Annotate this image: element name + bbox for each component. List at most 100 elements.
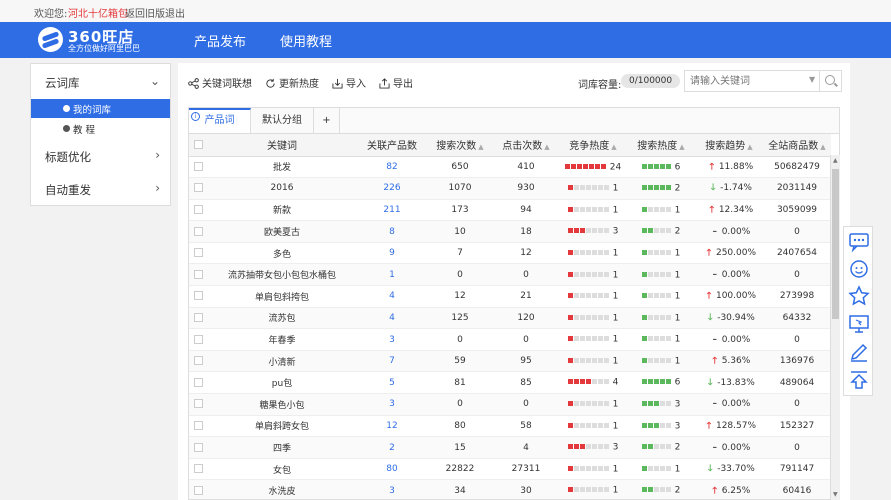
search-icon[interactable] bbox=[819, 71, 841, 91]
sidebar-item-my-lexicon[interactable]: 我的词库 bbox=[31, 99, 170, 118]
old-version-link[interactable]: 返回旧版 bbox=[125, 5, 165, 20]
brand-logo[interactable]: 360旺店 全方位做好阿里巴巴 bbox=[38, 26, 168, 54]
table-row[interactable]: 年春季 3 0 0 1 1–0.00% 0 bbox=[189, 328, 831, 351]
click-count-cell: 85 bbox=[493, 371, 559, 395]
table-row[interactable]: 四季 2 15 4 3 2–0.00% 0 bbox=[189, 436, 831, 459]
search-count-cell: 59 bbox=[427, 350, 493, 373]
row-checkbox[interactable] bbox=[193, 464, 203, 474]
competition-heat-cell: 1 bbox=[559, 199, 627, 222]
search-trend-cell: –0.00% bbox=[695, 263, 763, 287]
related-products-link[interactable]: 4 bbox=[389, 313, 395, 323]
sidebar-section-cloud-lexicon[interactable]: 云词库 ⌄ bbox=[31, 70, 170, 94]
chat-bubble-icon[interactable] bbox=[848, 231, 870, 253]
heat-bar bbox=[567, 356, 610, 366]
keyword-search-input[interactable] bbox=[685, 71, 815, 91]
row-checkbox[interactable] bbox=[193, 356, 203, 366]
scroll-up-icon[interactable]: ▲ bbox=[833, 157, 838, 164]
table-row[interactable]: 水洗皮 3 34 30 1 2 🡑 6.25% 60416 bbox=[189, 479, 831, 499]
related-products-link[interactable]: 8 bbox=[389, 227, 395, 237]
user-name-link[interactable]: 河北十亿箱包 bbox=[68, 5, 128, 20]
related-products-link[interactable]: 4 bbox=[389, 291, 395, 301]
row-checkbox[interactable] bbox=[193, 248, 203, 258]
add-tab-button[interactable]: + bbox=[314, 108, 340, 134]
row-checkbox[interactable] bbox=[193, 183, 203, 193]
table-row[interactable]: 糖果色小包 3 0 0 1 3–0.00% 0 bbox=[189, 393, 831, 416]
related-products-link[interactable]: 3 bbox=[389, 486, 395, 496]
trend-flat-icon: – bbox=[712, 442, 717, 453]
col-search-trend[interactable]: 搜索趋势 ▲ bbox=[695, 134, 763, 157]
related-products-link[interactable]: 211 bbox=[383, 205, 400, 215]
table-row[interactable]: 流苏包 4 125 120 1 1 🡓 -30.94% 64332 bbox=[189, 307, 831, 330]
tab-default-group[interactable]: 默认分组 bbox=[251, 108, 314, 134]
trend-down-icon: 🡓 bbox=[707, 464, 713, 475]
tab-product-words[interactable]: i 产品词 bbox=[189, 108, 251, 134]
row-checkbox[interactable] bbox=[193, 442, 203, 452]
row-checkbox[interactable] bbox=[193, 312, 203, 322]
row-checkbox[interactable] bbox=[193, 420, 203, 430]
table-row[interactable]: 单肩斜跨女包 12 80 58 1 3 🡑 128.57% 152327 bbox=[189, 415, 831, 438]
related-products-link[interactable]: 226 bbox=[383, 183, 400, 193]
sidebar-item-tutorial[interactable]: 教 程 bbox=[31, 119, 170, 138]
table-row[interactable]: 欧美夏古 8 10 18 3 2–0.00% 0 bbox=[189, 220, 831, 243]
customer-service-icon[interactable] bbox=[848, 258, 870, 280]
sidebar-section-auto-repost[interactable]: 自动重发 › bbox=[31, 177, 170, 201]
row-checkbox[interactable] bbox=[193, 226, 203, 236]
row-checkbox[interactable] bbox=[193, 399, 203, 409]
col-competition-heat[interactable]: 竞争热度 ▲ bbox=[559, 134, 627, 157]
scroll-down-icon[interactable]: ▼ bbox=[833, 491, 838, 498]
search-count-cell: 10 bbox=[427, 220, 493, 243]
col-related-products[interactable]: 关联产品数 bbox=[357, 134, 427, 157]
related-products-link[interactable]: 12 bbox=[386, 421, 397, 431]
col-site-products[interactable]: 全站商品数 ▲ bbox=[763, 134, 831, 157]
export-button[interactable]: 导出 bbox=[379, 75, 413, 90]
table-row[interactable]: 流苏抽带女包小包包水桶包 1 0 0 1 1–0.00% 0 bbox=[189, 263, 831, 287]
table-row[interactable]: 2016 226 1070 930 1 2 🡓 -1.74% 2031149 bbox=[189, 177, 831, 200]
table-row[interactable]: 单肩包斜挎包 4 12 21 1 1 🡑 100.00% 273998 bbox=[189, 285, 831, 308]
dropdown-arrow-icon[interactable]: ▼ bbox=[809, 75, 815, 84]
sidebar-section-title-optimize[interactable]: 标题优化 › bbox=[31, 144, 170, 168]
related-products-link[interactable]: 80 bbox=[386, 464, 397, 474]
col-click-count[interactable]: 点击次数 ▲ bbox=[493, 134, 559, 157]
row-checkbox[interactable] bbox=[193, 334, 203, 344]
logout-link[interactable]: 退出 bbox=[165, 5, 185, 20]
keyword-associate-button[interactable]: 关键词联想 bbox=[188, 75, 252, 90]
row-checkbox[interactable] bbox=[193, 204, 203, 214]
table-row[interactable]: 新款 211 173 94 1 1 🡑 12.34% 3059099 bbox=[189, 199, 831, 222]
import-button[interactable]: 导入 bbox=[332, 75, 366, 90]
edit-pencil-icon[interactable] bbox=[848, 341, 870, 363]
row-checkbox[interactable] bbox=[193, 485, 203, 495]
related-products-link[interactable]: 82 bbox=[386, 162, 397, 172]
keyword-cell: 新款 bbox=[207, 199, 357, 222]
table-row[interactable]: 小清新 7 59 95 1 1 🡑 5.36% 136976 bbox=[189, 350, 831, 373]
back-to-top-icon[interactable] bbox=[848, 369, 870, 391]
col-keyword[interactable]: 关键词 bbox=[207, 134, 357, 157]
table-scrollbar[interactable]: ▲ ▼ bbox=[830, 155, 840, 500]
click-count-cell: 12 bbox=[493, 242, 559, 265]
row-checkbox[interactable] bbox=[193, 269, 203, 279]
keyword-table: 关键词 关联产品数 搜索次数 ▲ 点击次数 ▲ 竞争热度 ▲ 搜索热度 ▲ 搜索趋势 ▲ … bbox=[188, 133, 840, 500]
related-products-link[interactable]: 3 bbox=[389, 335, 395, 345]
refresh-heat-button[interactable]: 更新热度 bbox=[265, 75, 319, 90]
related-products-link[interactable]: 7 bbox=[389, 356, 395, 366]
table-row[interactable]: pu包 5 81 85 4 6 🡓 -13.83% 489064 bbox=[189, 371, 831, 395]
related-products-link[interactable]: 3 bbox=[389, 399, 395, 409]
col-search-heat[interactable]: 搜索热度 ▲ bbox=[627, 134, 695, 157]
row-checkbox[interactable] bbox=[193, 161, 203, 171]
related-products-link[interactable]: 1 bbox=[389, 270, 395, 280]
related-products-link[interactable]: 5 bbox=[389, 378, 395, 388]
nav-product-publish[interactable]: 产品发布 bbox=[194, 31, 246, 50]
nav-tutorial[interactable]: 使用教程 bbox=[280, 31, 332, 50]
related-products-link[interactable]: 9 bbox=[389, 248, 395, 258]
related-products-link[interactable]: 2 bbox=[389, 443, 395, 453]
col-search-count[interactable]: 搜索次数 ▲ bbox=[427, 134, 493, 157]
row-checkbox[interactable] bbox=[193, 377, 203, 387]
star-icon[interactable] bbox=[848, 285, 870, 307]
table-row[interactable]: 女包 80 22822 27311 1 1 🡓 -33.70% 791147 bbox=[189, 458, 831, 481]
row-checkbox[interactable] bbox=[193, 291, 203, 301]
scroll-thumb[interactable] bbox=[832, 169, 839, 319]
table-row[interactable]: 多色 9 7 12 1 1 🡑 250.00% 2407654 bbox=[189, 242, 831, 265]
export-label: 导出 bbox=[393, 79, 413, 90]
table-row[interactable]: 批发 82 650 410 24 6 🡑 11.88% 50682479 bbox=[189, 156, 831, 179]
select-all-checkbox[interactable] bbox=[193, 139, 203, 149]
screen-share-icon[interactable] bbox=[848, 313, 870, 335]
